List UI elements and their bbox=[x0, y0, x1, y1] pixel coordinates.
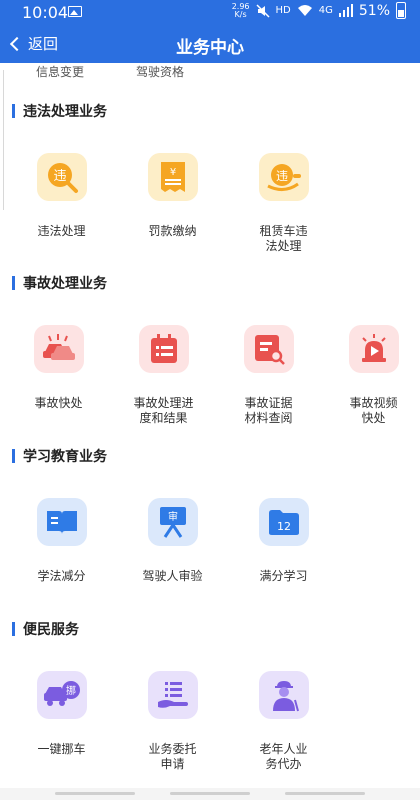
nav-bar: 返回 业务中心 bbox=[0, 25, 420, 63]
nav-pill-right[interactable] bbox=[285, 792, 365, 795]
status-right: 2.96 K/s HD 4G 51% bbox=[232, 2, 406, 19]
document-search-icon bbox=[243, 325, 294, 373]
service-move-car[interactable]: 挪 一键挪车 bbox=[12, 671, 111, 772]
grid-violation: 违 违法处理 ¥ 罚款缴纳 违 租赁车违 法处理 bbox=[0, 153, 420, 254]
folder-12-icon: 12 bbox=[258, 498, 309, 546]
section-title-convenience: 便民服务 bbox=[12, 619, 79, 639]
service-accident-evidence[interactable]: 事故证据 材料查阅 bbox=[222, 325, 315, 426]
service-label: 事故处理进 度和结果 bbox=[133, 396, 194, 425]
battery-icon bbox=[396, 2, 406, 19]
grid-education: 学法减分 审 驾驶人审验 12 满分学习 bbox=[0, 498, 420, 584]
siren-video-icon bbox=[348, 325, 399, 373]
move-car-icon: 挪 bbox=[36, 671, 87, 719]
service-fine-payment[interactable]: ¥ 罚款缴纳 bbox=[123, 153, 222, 254]
elderly-person-icon bbox=[258, 671, 309, 719]
grid-accident: 事故快处 事故处理进 度和结果 事故证据 材料查阅 事故视频 快处 bbox=[0, 325, 420, 426]
service-violation-handling[interactable]: 违 违法处理 bbox=[12, 153, 111, 254]
service-label: 一键挪车 bbox=[37, 742, 86, 756]
service-label: 租赁车违 法处理 bbox=[259, 224, 308, 253]
svg-text:审: 审 bbox=[168, 510, 178, 523]
service-accident-progress[interactable]: 事故处理进 度和结果 bbox=[117, 325, 210, 426]
status-bar: 10:04 2.96 K/s HD 4G 51% bbox=[0, 0, 420, 25]
service-label: 业务委托 申请 bbox=[148, 742, 197, 771]
review-board-icon: 审 bbox=[147, 498, 198, 546]
svg-text:12: 12 bbox=[277, 520, 291, 533]
violation-search-icon: 违 bbox=[36, 153, 87, 201]
calendar-list-icon bbox=[138, 325, 189, 373]
section-title-education: 学习教育业务 bbox=[12, 446, 107, 466]
service-full-score-study[interactable]: 12 满分学习 bbox=[234, 498, 333, 584]
system-nav-bar bbox=[0, 788, 420, 800]
service-label: 满分学习 bbox=[259, 569, 308, 583]
service-entrust[interactable]: 业务委托 申请 bbox=[123, 671, 222, 772]
service-label: 罚款缴纳 bbox=[148, 224, 197, 238]
wifi-icon bbox=[297, 5, 312, 16]
svg-text:违: 违 bbox=[53, 169, 66, 184]
section-title-violation: 违法处理业务 bbox=[12, 101, 107, 121]
section-title-accident: 事故处理业务 bbox=[12, 273, 107, 293]
service-accident-video[interactable]: 事故视频 快处 bbox=[327, 325, 420, 426]
service-accident-quick[interactable]: 事故快处 bbox=[12, 325, 105, 426]
status-time: 10:04 bbox=[22, 3, 69, 22]
service-list[interactable]: 信息变更 驾驶资格 违法处理业务 违 违法处理 ¥ 罚款缴纳 违 租赁车违 法处… bbox=[0, 63, 420, 788]
service-study-points[interactable]: 学法减分 bbox=[12, 498, 111, 584]
service-label: 事故证据 材料查阅 bbox=[244, 396, 293, 425]
cut-off-row: 信息变更 驾驶资格 bbox=[0, 63, 420, 83]
service-label: 事故快处 bbox=[34, 396, 83, 410]
service-elderly-proxy[interactable]: 老年人业 务代办 bbox=[234, 671, 333, 772]
service-label: 驾驶人审验 bbox=[142, 569, 203, 583]
service-driver-review[interactable]: 审 驾驶人审验 bbox=[123, 498, 222, 584]
battery-percent: 51% bbox=[358, 2, 390, 19]
rental-violation-icon: 违 bbox=[258, 153, 309, 201]
nav-pill-left[interactable] bbox=[55, 792, 135, 795]
grid-convenience: 挪 一键挪车 业务委托 申请 老年人业 务代办 bbox=[0, 671, 420, 772]
network-type: 4G bbox=[318, 5, 333, 16]
mute-icon bbox=[255, 3, 270, 18]
page-title: 业务中心 bbox=[176, 38, 244, 58]
svg-text:挪: 挪 bbox=[66, 684, 76, 697]
hand-list-icon bbox=[147, 671, 198, 719]
car-crash-icon bbox=[33, 325, 84, 373]
svg-text:¥: ¥ bbox=[169, 167, 175, 178]
service-label: 老年人业 务代办 bbox=[259, 742, 308, 771]
gallery-notification-icon bbox=[68, 6, 82, 17]
service-label: 学法减分 bbox=[37, 569, 86, 583]
svg-text:违: 违 bbox=[275, 169, 287, 183]
cut-item-info-change[interactable]: 信息变更 bbox=[36, 63, 84, 80]
open-book-icon bbox=[36, 498, 87, 546]
service-label: 违法处理 bbox=[37, 224, 86, 238]
fine-receipt-icon: ¥ bbox=[147, 153, 198, 201]
hd-badge: HD bbox=[275, 5, 291, 16]
service-rental-violation[interactable]: 违 租赁车违 法处理 bbox=[234, 153, 333, 254]
network-speed: 2.96 K/s bbox=[232, 2, 250, 19]
speed-unit: K/s bbox=[234, 9, 247, 19]
cut-item-driving-qualification[interactable]: 驾驶资格 bbox=[136, 63, 184, 80]
signal-icon bbox=[338, 4, 353, 17]
scrollbar-track[interactable] bbox=[0, 70, 4, 210]
service-label: 事故视频 快处 bbox=[349, 396, 398, 425]
nav-pill-center[interactable] bbox=[170, 792, 250, 795]
